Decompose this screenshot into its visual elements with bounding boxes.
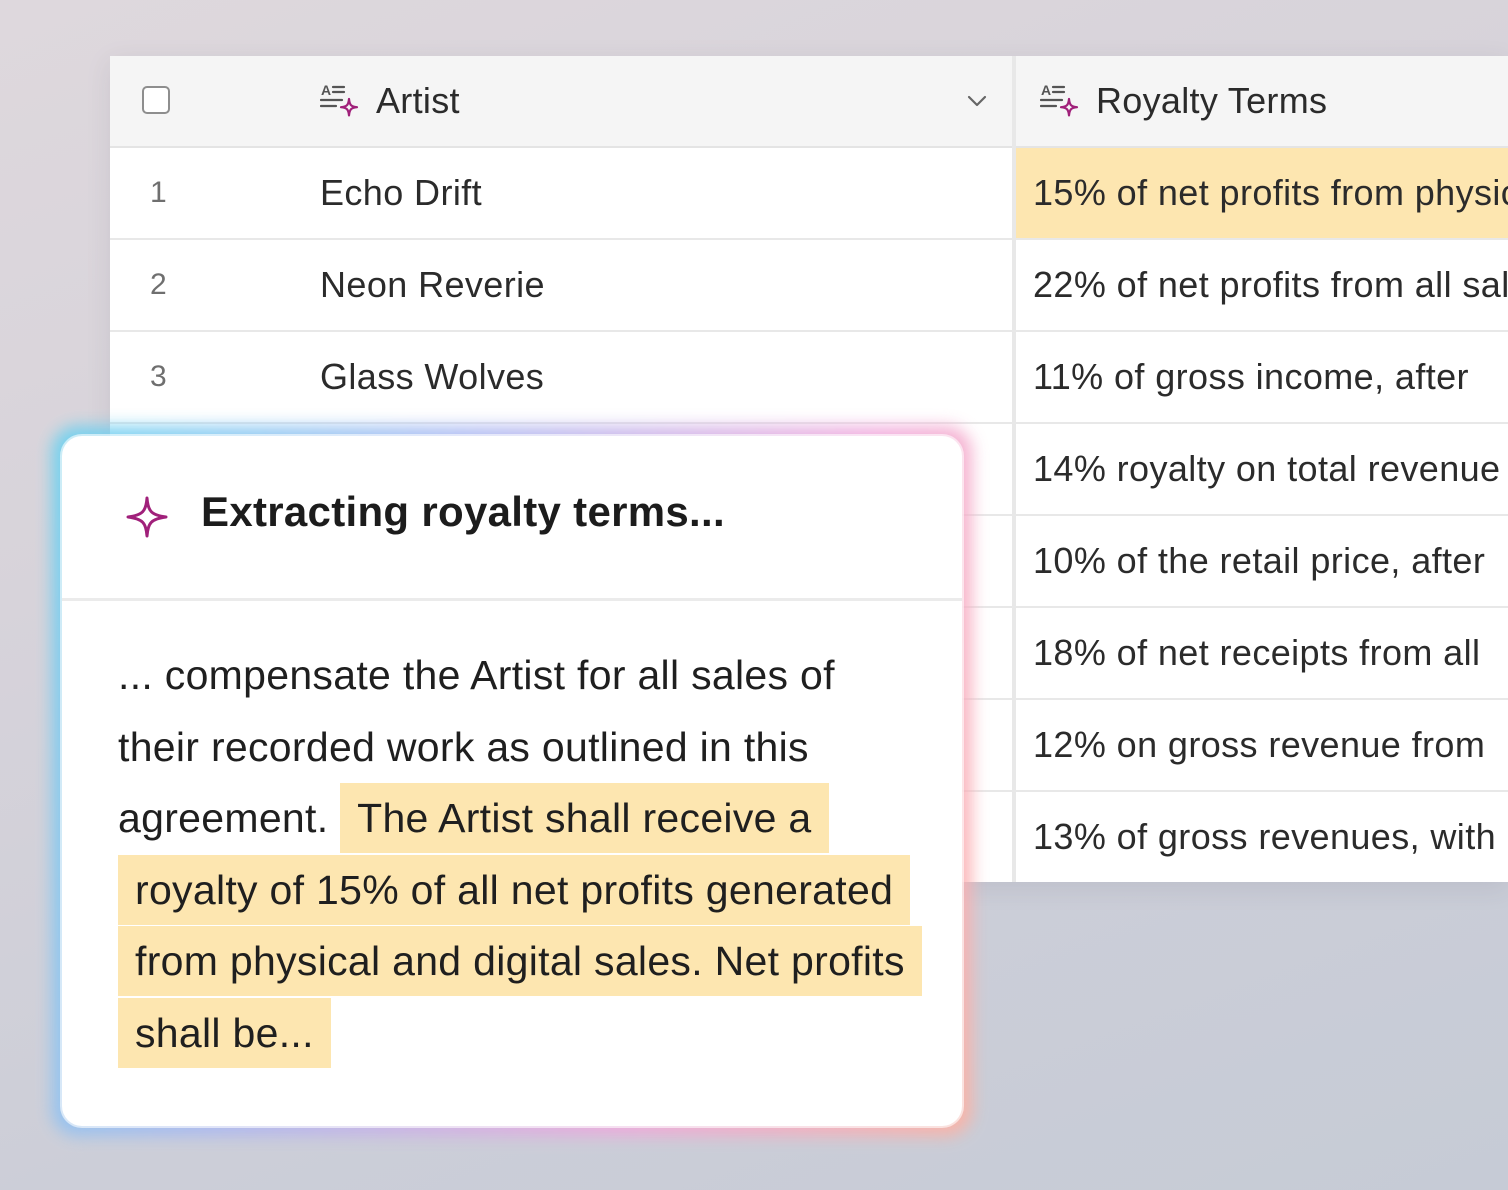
royalty-terms-cell[interactable]: 13% of gross revenues, with xyxy=(1016,792,1508,882)
royalty-terms-cell[interactable]: 14% royalty on total revenue xyxy=(1016,424,1508,514)
royalty-terms-cell[interactable]: 22% of net profits from all sales xyxy=(1016,240,1508,330)
column-header-royalty-terms-label: Royalty Terms xyxy=(1096,80,1328,121)
row-number: 3 xyxy=(150,360,167,393)
ai-text-field-icon: A xyxy=(1040,82,1079,117)
chevron-down-icon[interactable] xyxy=(964,88,990,114)
contract-excerpt: ... compensate the Artist for all sales … xyxy=(118,640,922,1069)
column-divider[interactable] xyxy=(1012,56,1016,882)
column-header-royalty-terms[interactable]: A Royalty Terms xyxy=(1040,56,1508,146)
artist-cell[interactable]: Echo Drift xyxy=(320,148,482,238)
column-header-artist[interactable]: A Artist xyxy=(320,56,990,146)
royalty-terms-cell[interactable]: 18% of net receipts from all xyxy=(1016,608,1508,698)
table-header: A Artist A Royalty Terms xyxy=(110,56,1508,148)
sparkle-icon xyxy=(126,496,168,538)
table-row[interactable]: 1 Echo Drift 15% of net profits from phy… xyxy=(110,148,1508,240)
svg-text:A: A xyxy=(321,82,331,98)
royalty-terms-cell[interactable]: 12% on gross revenue from xyxy=(1016,700,1508,790)
popup-title: Extracting royalty terms... xyxy=(201,488,725,535)
column-header-artist-label: Artist xyxy=(376,80,460,121)
royalty-terms-cell[interactable]: 15% of net profits from physical and dig… xyxy=(1016,148,1508,238)
artist-cell[interactable]: Neon Reverie xyxy=(320,240,545,330)
artist-cell[interactable]: Glass Wolves xyxy=(320,332,544,422)
svg-text:A: A xyxy=(1041,82,1051,98)
royalty-terms-cell[interactable]: 11% of gross income, after xyxy=(1016,332,1508,422)
row-number: 2 xyxy=(150,268,167,301)
ai-text-field-icon: A xyxy=(320,82,359,117)
extraction-popup: Extracting royalty terms... ... compensa… xyxy=(62,436,962,1126)
table-row[interactable]: 2 Neon Reverie 22% of net profits from a… xyxy=(110,240,1508,332)
row-number: 1 xyxy=(150,176,167,209)
royalty-terms-cell[interactable]: 10% of the retail price, after xyxy=(1016,516,1508,606)
table-row[interactable]: 3 Glass Wolves 11% of gross income, afte… xyxy=(110,332,1508,424)
select-all-checkbox[interactable] xyxy=(142,86,170,114)
popup-header: Extracting royalty terms... xyxy=(62,436,962,601)
